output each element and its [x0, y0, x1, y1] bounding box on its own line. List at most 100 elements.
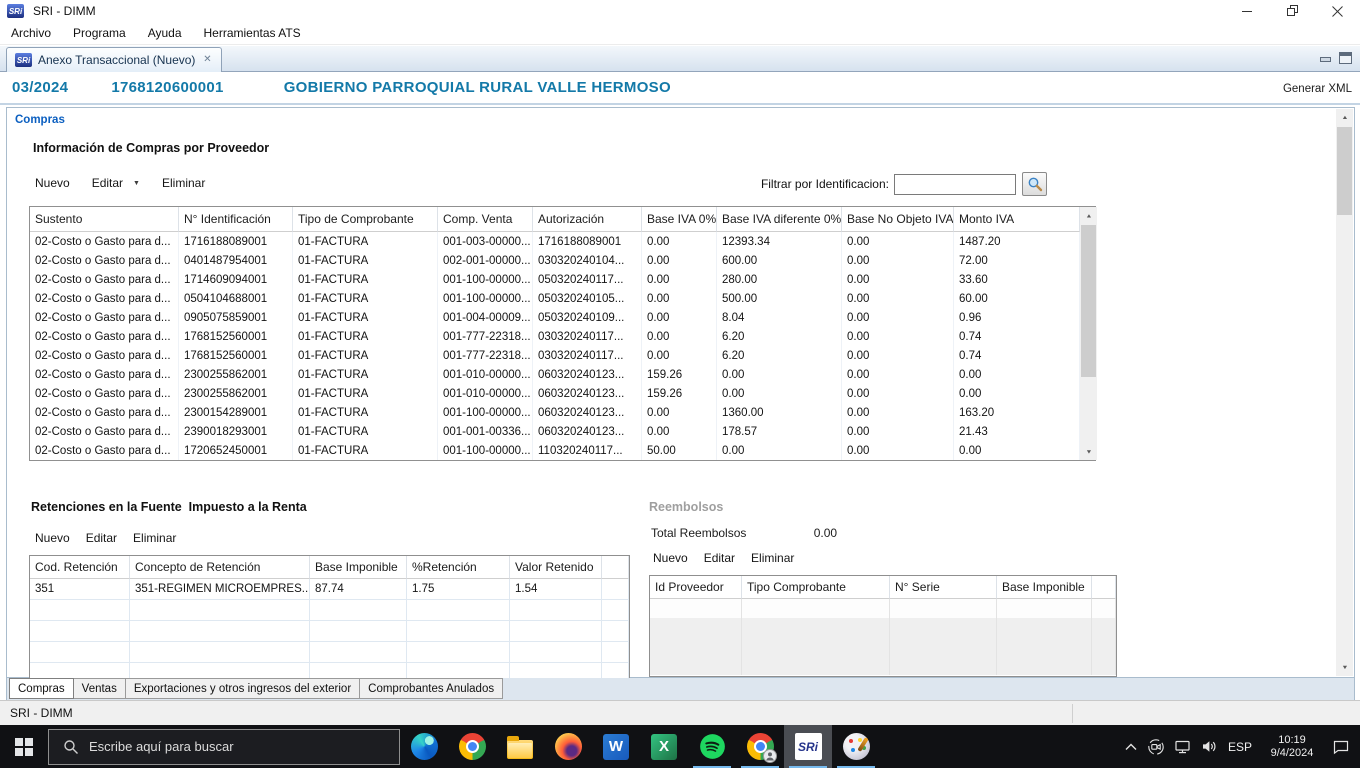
tab-exportaciones[interactable]: Exportaciones y otros ingresos del exter… — [125, 678, 361, 699]
column-header[interactable]: N° Serie — [890, 576, 997, 599]
scroll-down-button[interactable] — [1336, 659, 1353, 676]
menu-item-herramientas-ats[interactable]: Herramientas ATS — [193, 26, 312, 40]
panel-scrollbar[interactable] — [1336, 109, 1353, 676]
taskbar-app-chrome-profile[interactable] — [736, 725, 784, 768]
scroll-down-button[interactable] — [1080, 443, 1097, 460]
table-row[interactable]: 02-Costo o Gasto para d... 2300255862001 0… — [30, 384, 1080, 403]
view-maximize-icon[interactable] — [1339, 52, 1352, 64]
nuevo-button[interactable]: Nuevo — [35, 176, 70, 190]
table-row[interactable]: 02-Costo o Gasto para d... 0905075859001 0… — [30, 308, 1080, 327]
meet-now-icon[interactable] — [1147, 738, 1165, 756]
view-minimize-icon[interactable] — [1319, 52, 1332, 64]
nuevo-button[interactable]: Nuevo — [35, 531, 70, 545]
table-cell — [650, 599, 742, 618]
table-row[interactable]: 02-Costo o Gasto para d... 2390018293001 0… — [30, 422, 1080, 441]
action-center-icon[interactable] — [1332, 739, 1350, 755]
taskbar-app-excel[interactable] — [640, 725, 688, 768]
generar-xml-button[interactable]: Generar XML — [1283, 83, 1352, 95]
taskbar-search[interactable] — [48, 728, 400, 765]
table-cell: 280.00 — [717, 270, 842, 289]
table-row[interactable]: 02-Costo o Gasto para d... 2300154289001 0… — [30, 403, 1080, 422]
scrollbar-thumb[interactable] — [1081, 225, 1096, 377]
table-row[interactable]: 02-Costo o Gasto para d... 0504104688001 0… — [30, 289, 1080, 308]
table-row[interactable]: 02-Costo o Gasto para d... 1768152560001 0… — [30, 327, 1080, 346]
tab-ventas[interactable]: Ventas — [73, 678, 126, 699]
column-header[interactable]: Monto IVA — [954, 207, 1080, 232]
column-header[interactable]: Base IVA diferente 0% — [717, 207, 842, 232]
column-header[interactable]: Autorización — [533, 207, 642, 232]
network-icon[interactable] — [1174, 739, 1192, 755]
taskbar-app-edge[interactable] — [400, 725, 448, 768]
tab-compras[interactable]: Compras — [9, 678, 74, 699]
column-header[interactable]: Tipo de Comprobante — [293, 207, 438, 232]
search-button[interactable] — [1022, 172, 1047, 196]
compras-grid-scrollbar[interactable] — [1080, 207, 1097, 460]
table-row[interactable]: 02-Costo o Gasto para d... 1720652450001 0… — [30, 441, 1080, 460]
taskbar-app-word[interactable] — [592, 725, 640, 768]
table-cell: 02-Costo o Gasto para d... — [30, 441, 179, 460]
volume-icon[interactable] — [1201, 739, 1219, 754]
column-header[interactable]: Concepto de Retención — [130, 556, 310, 579]
nuevo-button[interactable]: Nuevo — [653, 551, 688, 565]
table-cell: 0.00 — [642, 289, 717, 308]
tab-close-icon[interactable] — [201, 54, 213, 66]
tab-comprobantes-anulados[interactable]: Comprobantes Anulados — [360, 678, 504, 699]
language-indicator[interactable]: ESP — [1228, 740, 1252, 754]
firefox-icon — [554, 733, 582, 760]
taskbar-app-chrome[interactable] — [448, 725, 496, 768]
filter-input[interactable] — [894, 173, 1016, 195]
column-header[interactable]: Tipo Comprobante — [742, 576, 890, 599]
column-header[interactable]: Valor Retenido — [510, 556, 602, 579]
eliminar-button[interactable]: Eliminar — [751, 551, 794, 565]
eliminar-button[interactable]: Eliminar — [133, 531, 176, 545]
table-row[interactable]: 02-Costo o Gasto para d... 1716188089001 0… — [30, 232, 1080, 251]
scroll-up-button[interactable] — [1336, 109, 1353, 126]
editar-dropdown-icon[interactable] — [133, 180, 140, 187]
taskbar-app-firefox[interactable] — [544, 725, 592, 768]
editar-button[interactable]: Editar — [92, 176, 123, 190]
scroll-up-button[interactable] — [1080, 207, 1097, 224]
taskbar-app-spotify[interactable] — [688, 725, 736, 768]
table-cell: 050320240117... — [533, 270, 642, 289]
file-explorer-icon — [507, 735, 533, 759]
eliminar-button[interactable]: Eliminar — [162, 176, 205, 190]
column-header[interactable]: Base Imponible — [310, 556, 407, 579]
taskbar-app-sri-dimm[interactable]: SRi — [784, 725, 832, 768]
column-header[interactable]: Base Imponible — [997, 576, 1092, 599]
editar-button[interactable]: Editar — [704, 551, 735, 565]
table-cell: 0.00 — [642, 346, 717, 365]
table-row[interactable]: 02-Costo o Gasto para d... 1714609094001 0… — [30, 270, 1080, 289]
column-header[interactable]: N° Identificación — [179, 207, 293, 232]
table-row[interactable]: 02-Costo o Gasto para d... 0401487954001 0… — [30, 251, 1080, 270]
reembolsos-title: Reembolsos — [649, 500, 724, 514]
table-cell: 001-100-00000... — [438, 270, 533, 289]
close-button[interactable] — [1315, 0, 1360, 22]
minimize-button[interactable] — [1225, 0, 1270, 22]
table-row[interactable]: 351 351-REGIMEN MICROEMPRES... 87.74 1.75 1.… — [30, 579, 629, 600]
menu-item-ayuda[interactable]: Ayuda — [137, 26, 193, 40]
table-cell: 0.00 — [642, 422, 717, 441]
column-header[interactable]: Cod. Retención — [30, 556, 130, 579]
hidden-icons-chevron[interactable] — [1124, 741, 1138, 753]
clock[interactable]: 10:19 9/4/2024 — [1261, 734, 1323, 760]
column-header[interactable]: Base No Objeto IVA — [842, 207, 954, 232]
menu-item-archivo[interactable]: Archivo — [0, 26, 62, 40]
menu-item-programa[interactable]: Programa — [62, 26, 137, 40]
taskbar-app-paint[interactable] — [832, 725, 880, 768]
scrollbar-thumb[interactable] — [1337, 127, 1352, 215]
column-header[interactable]: %Retención — [407, 556, 510, 579]
table-cell: 02-Costo o Gasto para d... — [30, 365, 179, 384]
table-row[interactable]: 02-Costo o Gasto para d... 1768152560001 0… — [30, 346, 1080, 365]
tab-anexo-transaccional[interactable]: SRi Anexo Transaccional (Nuevo) — [6, 47, 223, 72]
table-cell: 0.00 — [842, 308, 954, 327]
column-header[interactable]: Sustento — [30, 207, 179, 232]
column-header[interactable]: Id Proveedor — [650, 576, 742, 599]
table-row[interactable]: 02-Costo o Gasto para d... 2300255862001 0… — [30, 365, 1080, 384]
taskbar-search-input[interactable] — [89, 739, 369, 754]
restore-button[interactable] — [1270, 0, 1315, 22]
editar-button[interactable]: Editar — [86, 531, 117, 545]
start-button[interactable] — [0, 725, 48, 768]
taskbar-app-file-explorer[interactable] — [496, 725, 544, 768]
column-header[interactable]: Base IVA 0% — [642, 207, 717, 232]
column-header[interactable]: Comp. Venta — [438, 207, 533, 232]
